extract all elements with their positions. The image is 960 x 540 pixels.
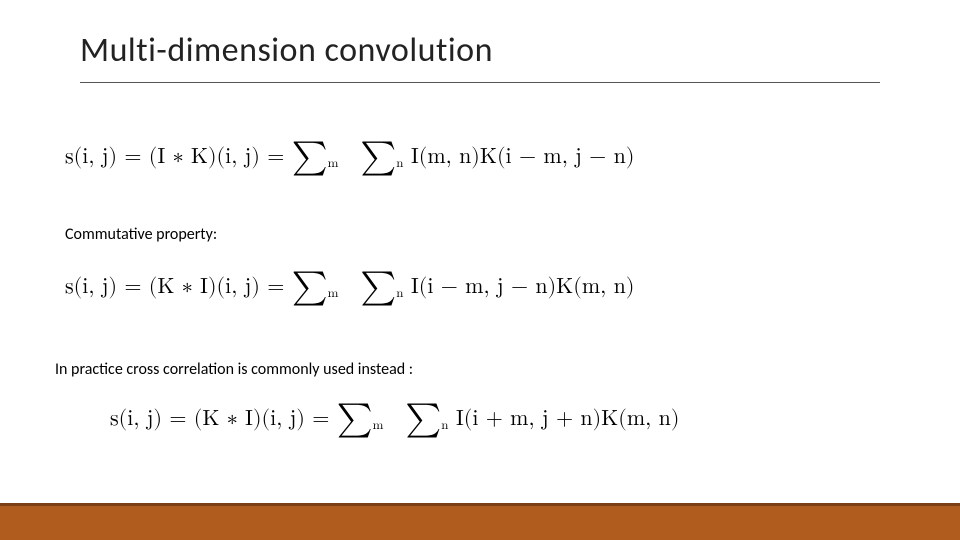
sigma-icon: ∑n xyxy=(360,140,403,174)
equation-cross-correlation: s(i, j) = (K ∗ I)(i, j) = ∑m ∑n I(i + m,… xyxy=(110,402,679,436)
equation-commutative: s(i, j) = (K ∗ I)(i, j) = ∑m ∑n I(i − m,… xyxy=(65,270,634,304)
footer-bar xyxy=(0,506,960,540)
eq3-lhs: s(i, j) = (K ∗ I)(i, j) = xyxy=(110,406,329,432)
eq1-lhs: s(i, j) = (I ∗ K)(i, j) = xyxy=(65,144,284,170)
sigma-icon: ∑m xyxy=(292,270,339,304)
sigma-icon: ∑m xyxy=(292,140,339,174)
title-underline xyxy=(80,82,880,83)
slide: { "title": "Multi-dimension convolution"… xyxy=(0,0,960,540)
eq2-rhs: I(i − m, j − n)K(m, n) xyxy=(411,274,635,300)
sigma-icon: ∑n xyxy=(360,270,403,304)
eq1-rhs: I(m, n)K(i − m, j − n) xyxy=(411,144,635,170)
cross-correlation-label: In practice cross correlation is commonl… xyxy=(55,360,413,379)
eq2-lhs: s(i, j) = (K ∗ I)(i, j) = xyxy=(65,274,284,300)
sigma-icon: ∑m xyxy=(337,402,384,436)
commutative-label: Commutative property: xyxy=(65,225,217,244)
eq3-rhs: I(i + m, j + n)K(m, n) xyxy=(456,406,680,432)
equation-convolution: s(i, j) = (I ∗ K)(i, j) = ∑m ∑n I(m, n)K… xyxy=(65,140,634,174)
sigma-icon: ∑n xyxy=(405,402,448,436)
page-title: Multi-dimension convolution xyxy=(80,30,493,71)
